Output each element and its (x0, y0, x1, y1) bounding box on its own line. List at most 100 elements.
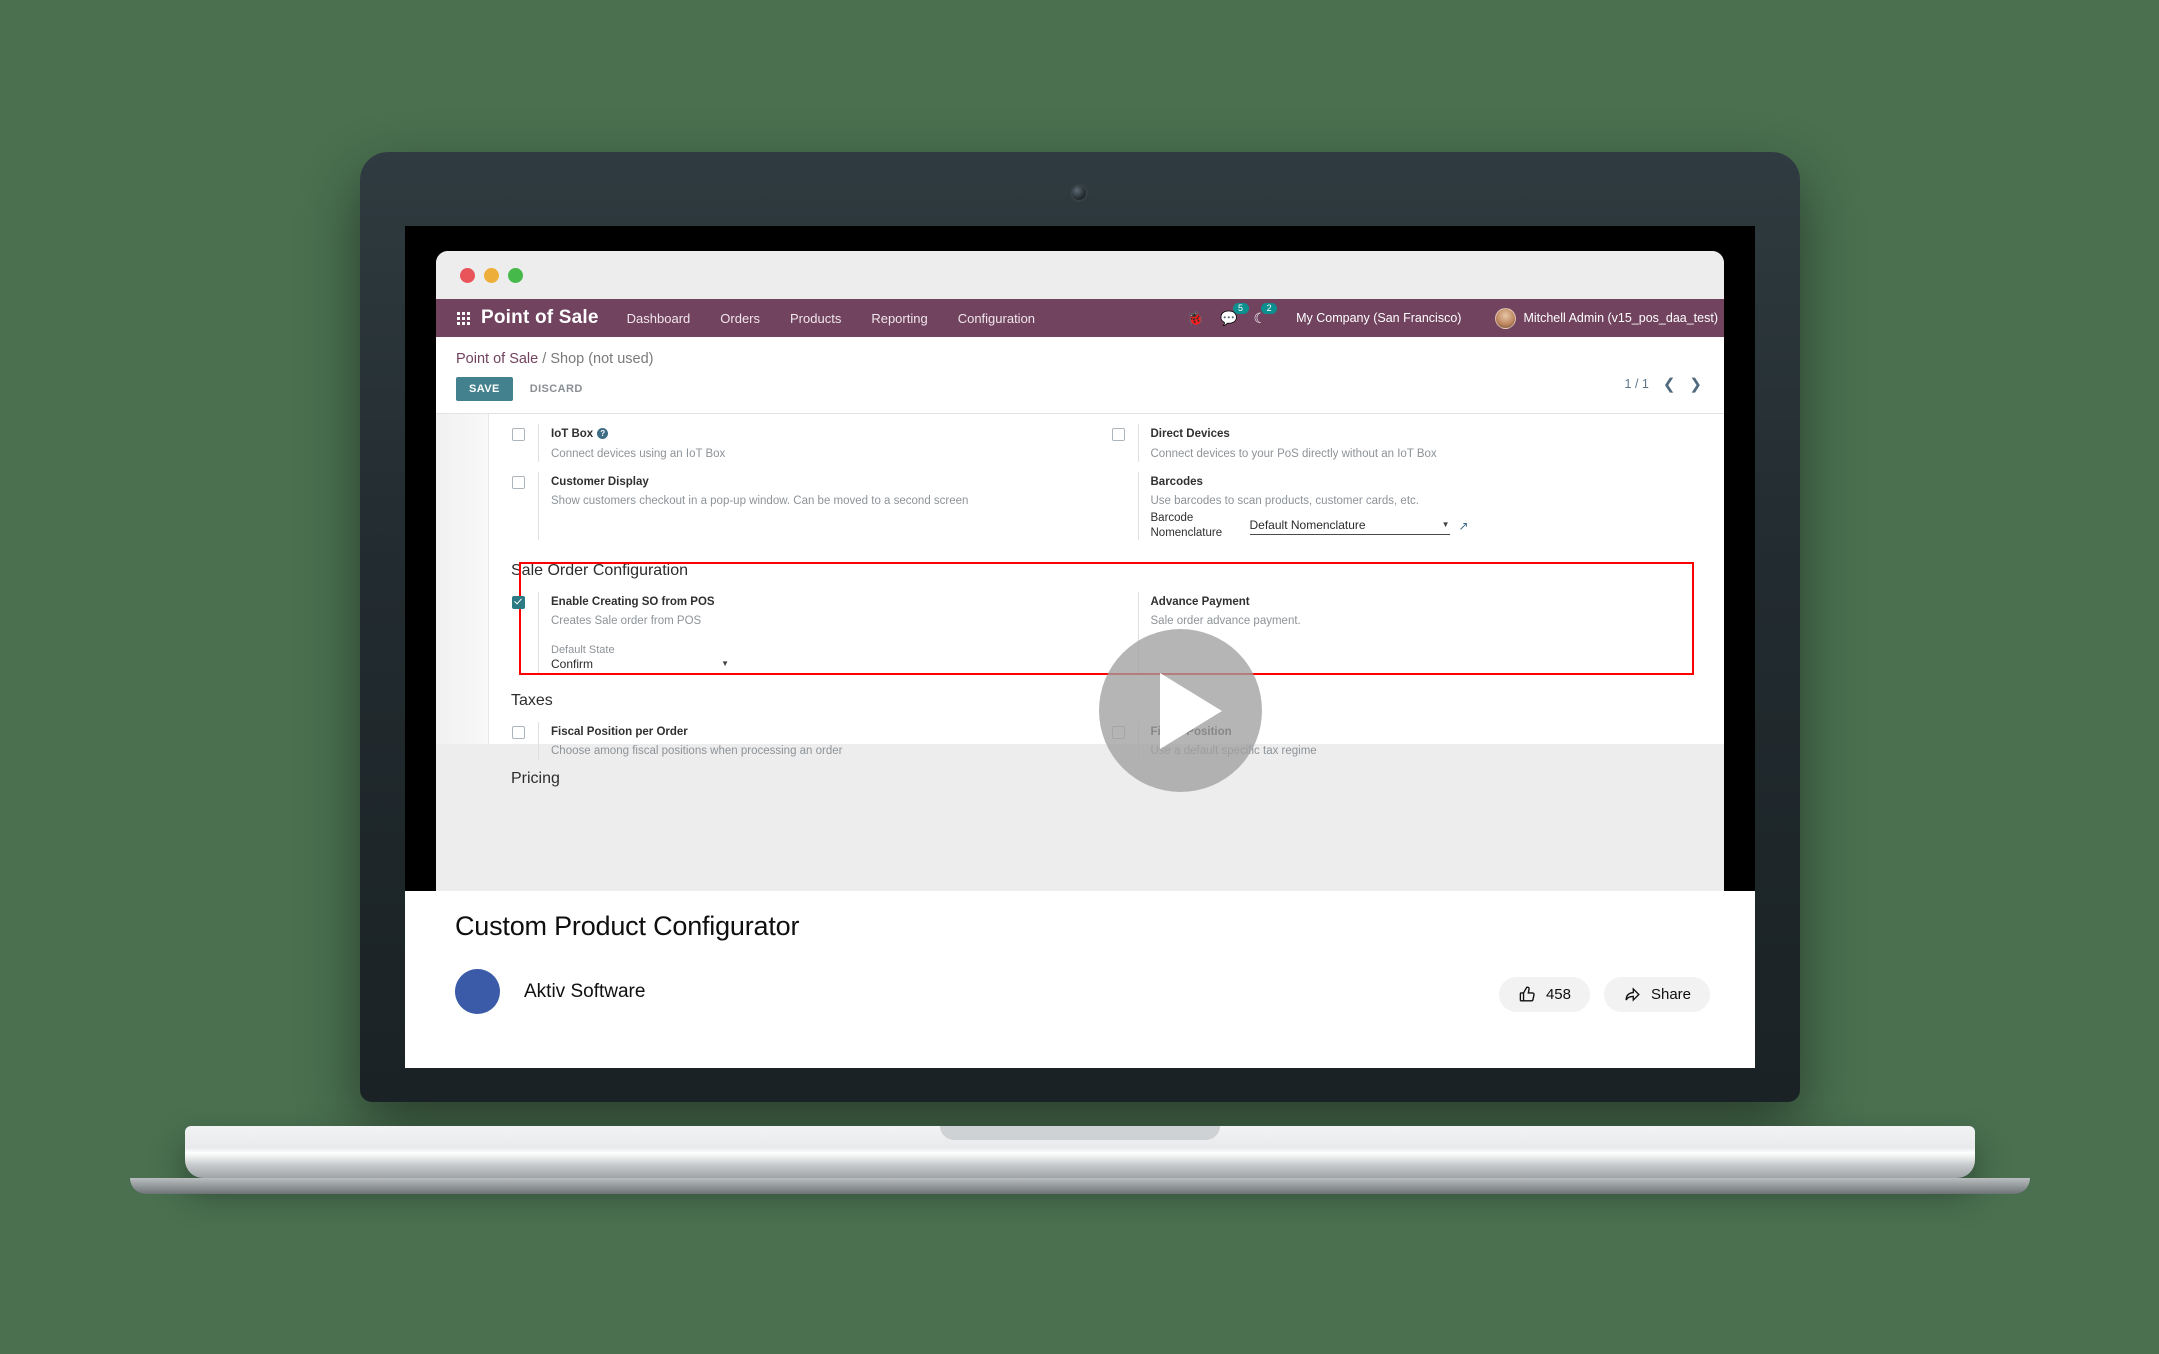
thumbs-up-icon (1519, 986, 1535, 1002)
messages-count-badge: 5 (1232, 302, 1249, 315)
settings-row-devices-2: Customer Display Show customers checkout… (507, 462, 1706, 540)
settings-sidebar[interactable] (436, 414, 489, 744)
user-menu[interactable]: Mitchell Admin (v15_pos_daa_test) (1495, 307, 1718, 329)
laptop-camera-icon (1072, 186, 1086, 200)
play-triangle (1159, 672, 1222, 749)
customer-display-checkbox[interactable] (512, 475, 525, 489)
discard-button[interactable]: DISCARD (530, 383, 583, 395)
close-window-dot[interactable] (460, 268, 475, 283)
default-state-select[interactable]: Confirm ▼ (551, 656, 729, 674)
share-button[interactable]: Share (1603, 977, 1710, 1012)
laptop-screen: Point of Sale Dashboard Orders Products … (405, 226, 1755, 1068)
share-icon (1625, 987, 1640, 1002)
default-state-label: Default State (551, 643, 615, 656)
pager-value: 1 / 1 (1624, 377, 1649, 391)
enable-so-label: Enable Creating SO from POS (551, 595, 715, 608)
sale-order-configuration-section: Sale Order Configuration Enable Creating… (507, 561, 1706, 680)
chevron-down-icon: ▼ (721, 659, 729, 669)
app-name[interactable]: Point of Sale (481, 307, 599, 329)
menu-item-configuration[interactable]: Configuration (958, 311, 1035, 326)
breadcrumb-current: Shop (not used) (550, 351, 654, 367)
channel-row[interactable]: Aktiv Software (455, 969, 645, 1014)
barcode-nomenclature-value: Default Nomenclature (1249, 517, 1366, 532)
share-label: Share (1650, 986, 1691, 1003)
maximize-window-dot[interactable] (508, 268, 523, 283)
messages-icon[interactable]: 💬 5 (1220, 302, 1249, 327)
main-menu[interactable]: Dashboard Orders Products Reporting Conf… (627, 311, 1035, 326)
chevron-right-icon[interactable]: ❯ (1689, 375, 1702, 393)
activities-count-badge: 2 (1261, 302, 1278, 315)
customer-display-description: Show customers checkout in a pop-up wind… (551, 495, 969, 508)
barcode-nomenclature-label-line1: Barcode (1150, 512, 1194, 525)
barcodes-label: Barcodes (1150, 475, 1203, 488)
settings-body: IoT Box? Connect devices using an IoT Bo… (436, 413, 1724, 787)
activities-clock-icon[interactable]: ☾ 2 (1254, 302, 1278, 327)
video-player[interactable]: Point of Sale Dashboard Orders Products … (405, 226, 1755, 1068)
breadcrumb-separator: / (538, 351, 551, 367)
iot-box-label: IoT Box (551, 428, 594, 440)
fiscal-position-per-order-label: Fiscal Position per Order (551, 725, 688, 738)
laptop-base-edge (130, 1178, 2030, 1194)
menu-item-orders[interactable]: Orders (720, 311, 760, 326)
enable-so-description: Creates Sale order from POS (551, 615, 702, 628)
fiscal-position-per-order-checkbox[interactable] (512, 725, 525, 739)
settings-row-sale-order: Enable Creating SO from POS Creates Sale… (507, 582, 1706, 674)
enable-so-checkbox[interactable] (512, 595, 525, 609)
avatar (1495, 307, 1517, 329)
direct-devices-checkbox[interactable] (1111, 428, 1125, 441)
browser-titlebar (436, 251, 1724, 299)
setting-customer-display[interactable]: Customer Display Show customers checkout… (507, 462, 1107, 540)
channel-avatar (455, 969, 500, 1014)
pricing-section-title: Pricing (511, 769, 560, 787)
chevron-left-icon[interactable]: ❮ (1663, 375, 1676, 393)
channel-name[interactable]: Aktiv Software (524, 981, 645, 1003)
direct-devices-description: Connect devices to your PoS directly wit… (1150, 447, 1437, 460)
like-count: 458 (1545, 986, 1571, 1003)
save-button[interactable]: SAVE (456, 377, 513, 401)
window-controls[interactable] (460, 268, 523, 283)
like-button[interactable]: 458 (1498, 977, 1590, 1012)
external-link-icon[interactable]: ↗ (1459, 519, 1469, 533)
user-name: Mitchell Admin (v15_pos_daa_test) (1523, 311, 1718, 325)
laptop-base (185, 1126, 1975, 1178)
setting-enable-so[interactable]: Enable Creating SO from POS Creates Sale… (507, 582, 1107, 674)
barcode-nomenclature-label-line2: Nomenclature (1150, 526, 1223, 539)
fiscal-position-per-order-description: Choose among fiscal positions when proce… (551, 745, 843, 758)
control-panel-buttons: SAVE DISCARD 1 / 1 ❮ ❯ (436, 375, 1724, 413)
odoo-navbar: Point of Sale Dashboard Orders Products … (436, 299, 1724, 337)
setting-direct-devices[interactable]: Direct Devices Connect devices to your P… (1107, 414, 1707, 462)
apps-grid-icon[interactable] (456, 311, 471, 326)
default-state-value: Confirm (551, 656, 594, 671)
customer-display-label: Customer Display (551, 475, 649, 488)
video-meta: Custom Product Configurator Aktiv Softwa… (405, 891, 1755, 1068)
breadcrumb-root[interactable]: Point of Sale (456, 351, 538, 367)
menu-item-products[interactable]: Products (790, 311, 841, 326)
company-switcher[interactable]: My Company (San Francisco) (1296, 311, 1461, 325)
setting-fiscal-position-per-order[interactable]: Fiscal Position per Order Choose among f… (507, 712, 1107, 760)
menu-item-reporting[interactable]: Reporting (871, 311, 927, 326)
bug-icon[interactable]: 🐞 (1187, 310, 1204, 327)
iot-box-checkbox[interactable] (512, 428, 525, 441)
systray: 🐞 💬 5 ☾ 2 My Company (San Francisco) Mit… (1187, 299, 1724, 337)
sale-order-section-title: Sale Order Configuration (511, 561, 688, 579)
barcodes-description: Use barcodes to scan products, customer … (1150, 495, 1419, 508)
barcode-nomenclature-row: Barcode Nomenclature Default Nomenclatur… (1151, 511, 1469, 540)
advance-payment-description: Sale order advance payment. (1150, 615, 1301, 628)
direct-devices-label: Direct Devices (1150, 428, 1230, 440)
chevron-down-icon: ▼ (1441, 520, 1450, 530)
barcode-nomenclature-select[interactable]: Default Nomenclature ▼ (1249, 517, 1450, 535)
menu-item-dashboard[interactable]: Dashboard (627, 311, 691, 326)
screenshot-root: Point of Sale Dashboard Orders Products … (0, 0, 2159, 1354)
video-title: Custom Product Configurator (455, 911, 800, 941)
iot-box-description: Connect devices using an IoT Box (551, 447, 726, 460)
setting-barcodes[interactable]: Barcodes Use barcodes to scan products, … (1107, 462, 1707, 540)
barcode-nomenclature-label: Barcode Nomenclature (1151, 511, 1241, 540)
breadcrumb: Point of Sale / Shop (not used) (436, 347, 1724, 377)
browser-window: Point of Sale Dashboard Orders Products … (436, 251, 1724, 891)
minimize-window-dot[interactable] (484, 268, 499, 283)
pager: 1 / 1 ❮ ❯ (1625, 375, 1702, 393)
control-panel: Point of Sale / Shop (not used) SAVE DIS… (436, 337, 1724, 413)
play-button-icon[interactable] (1099, 629, 1262, 792)
setting-iot-box[interactable]: IoT Box? Connect devices using an IoT Bo… (507, 414, 1107, 462)
help-icon[interactable]: ? (597, 428, 609, 439)
